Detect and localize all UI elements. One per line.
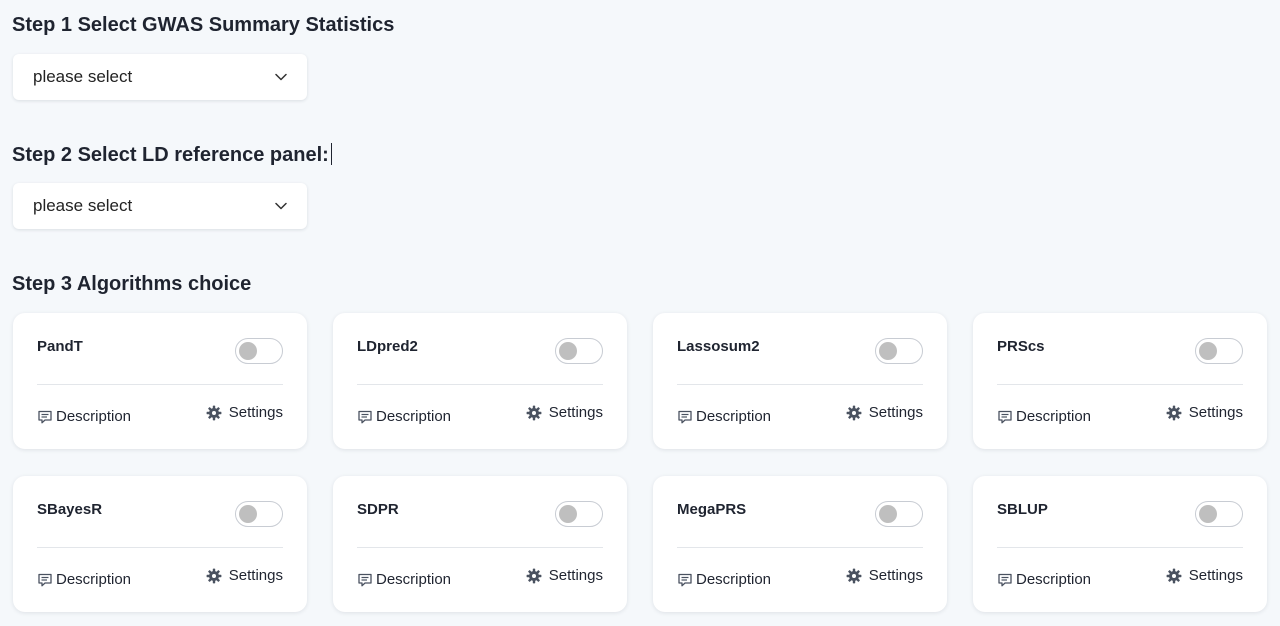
gear-icon	[206, 405, 222, 421]
settings-label: Settings	[868, 404, 923, 421]
settings-link[interactable]: Settings	[206, 404, 283, 421]
algorithm-card-lassosum2: Lassosum2 Description Settings	[653, 313, 947, 449]
settings-link[interactable]: Settings	[846, 567, 923, 584]
algorithm-card-prscs: PRScs Description Settings	[973, 313, 1267, 449]
step3-title: Step 3 Algorithms choice	[12, 273, 252, 295]
card-divider	[997, 384, 1243, 385]
description-label: Description	[1016, 408, 1092, 425]
toggle-knob	[879, 505, 897, 523]
card-divider	[357, 547, 603, 548]
settings-link[interactable]: Settings	[526, 404, 603, 421]
description-link[interactable]: Description	[677, 571, 771, 588]
description-link[interactable]: Description	[357, 408, 451, 425]
settings-label: Settings	[1188, 567, 1243, 584]
toggle-knob	[559, 342, 577, 360]
algorithm-toggle-sbayesr[interactable]	[235, 501, 283, 527]
algorithm-card-ldpred2: LDpred2 Description Settings	[333, 313, 627, 449]
description-link[interactable]: Description	[37, 408, 131, 425]
settings-label: Settings	[548, 404, 603, 421]
card-divider	[677, 547, 923, 548]
settings-link[interactable]: Settings	[526, 567, 603, 584]
algorithm-name: PandT	[37, 338, 83, 355]
text-cursor	[330, 143, 332, 165]
algorithm-toggle-sblup[interactable]	[1195, 501, 1243, 527]
step2-title: Step 2 Select LD reference panel:	[12, 143, 332, 167]
algorithm-toggle-sdpr[interactable]	[555, 501, 603, 527]
ld-reference-panel-select-value: please select	[33, 196, 133, 215]
description-label: Description	[376, 408, 452, 425]
toggle-knob	[879, 342, 897, 360]
gear-icon	[526, 405, 542, 421]
settings-label: Settings	[228, 567, 283, 584]
comment-icon	[357, 409, 373, 425]
toggle-knob	[1199, 505, 1217, 523]
algorithm-card-sdpr: SDPR Description Settings	[333, 476, 627, 612]
algorithm-name: LDpred2	[357, 338, 418, 355]
settings-label: Settings	[1188, 404, 1243, 421]
algorithm-name: SDPR	[357, 501, 399, 518]
description-link[interactable]: Description	[997, 408, 1091, 425]
algorithm-card-pandt: PandT Description Settings	[13, 313, 307, 449]
comment-icon	[37, 572, 53, 588]
description-label: Description	[1016, 571, 1092, 588]
comment-icon	[677, 409, 693, 425]
comment-icon	[677, 572, 693, 588]
settings-link[interactable]: Settings	[1166, 404, 1243, 421]
algorithm-card-megaprs: MegaPRS Description Settings	[653, 476, 947, 612]
description-link[interactable]: Description	[677, 408, 771, 425]
description-link[interactable]: Description	[357, 571, 451, 588]
card-divider	[357, 384, 603, 385]
gear-icon	[846, 568, 862, 584]
gwas-summary-select[interactable]: please select	[13, 54, 307, 100]
settings-label: Settings	[868, 567, 923, 584]
comment-icon	[997, 409, 1013, 425]
step2-title-text: Step 2 Select LD reference panel:	[12, 144, 329, 166]
gear-icon	[1166, 568, 1182, 584]
step1-title: Step 1 Select GWAS Summary Statistics	[12, 14, 395, 36]
description-label: Description	[696, 571, 772, 588]
algorithm-name: MegaPRS	[677, 501, 747, 518]
description-link[interactable]: Description	[997, 571, 1091, 588]
algorithm-card-sbayesr: SBayesR Description Settings	[13, 476, 307, 612]
settings-label: Settings	[548, 567, 603, 584]
toggle-knob	[239, 505, 257, 523]
toggle-knob	[239, 342, 257, 360]
card-divider	[37, 384, 283, 385]
algorithm-card-sblup: SBLUP Description Settings	[973, 476, 1267, 612]
gear-icon	[526, 568, 542, 584]
toggle-knob	[559, 505, 577, 523]
description-label: Description	[56, 408, 132, 425]
comment-icon	[37, 409, 53, 425]
description-label: Description	[56, 571, 132, 588]
description-label: Description	[376, 571, 452, 588]
gwas-summary-select-value: please select	[33, 67, 133, 86]
settings-link[interactable]: Settings	[1166, 567, 1243, 584]
algorithm-toggle-ldpred2[interactable]	[555, 338, 603, 364]
algorithm-toggle-lassosum2[interactable]	[875, 338, 923, 364]
settings-link[interactable]: Settings	[206, 567, 283, 584]
algorithm-toggle-pandt[interactable]	[235, 338, 283, 364]
comment-icon	[997, 572, 1013, 588]
description-link[interactable]: Description	[37, 571, 131, 588]
algorithm-toggle-megaprs[interactable]	[875, 501, 923, 527]
gear-icon	[846, 405, 862, 421]
ld-reference-panel-select[interactable]: please select	[13, 183, 307, 229]
algorithm-name: PRScs	[997, 338, 1045, 355]
card-divider	[997, 547, 1243, 548]
algorithm-name: SBLUP	[997, 501, 1048, 518]
card-divider	[37, 547, 283, 548]
algorithm-name: Lassosum2	[677, 338, 760, 355]
gear-icon	[1166, 405, 1182, 421]
algorithm-toggle-prscs[interactable]	[1195, 338, 1243, 364]
toggle-knob	[1199, 342, 1217, 360]
settings-link[interactable]: Settings	[846, 404, 923, 421]
settings-label: Settings	[228, 404, 283, 421]
chevron-down-icon	[275, 73, 287, 81]
chevron-down-icon	[275, 202, 287, 210]
gear-icon	[206, 568, 222, 584]
comment-icon	[357, 572, 373, 588]
description-label: Description	[696, 408, 772, 425]
card-divider	[677, 384, 923, 385]
algorithm-name: SBayesR	[37, 501, 103, 518]
